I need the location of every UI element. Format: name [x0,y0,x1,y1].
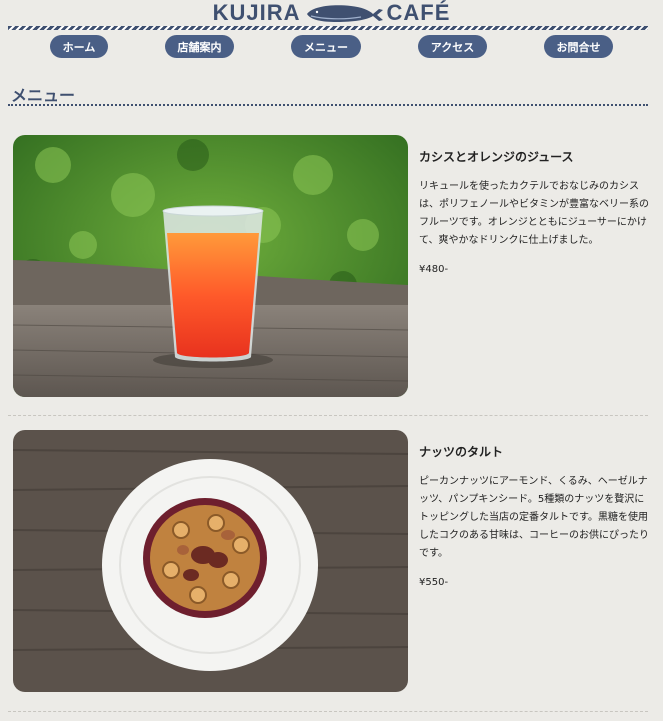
menu-item-name: ナッツのタルト [419,445,504,459]
logo[interactable]: KUJIRA CAFÉ [213,0,451,26]
menu-item: ナッツのタルト ピーカンナッツにアーモンド、くるみ、ヘーゼルナッツ、パンプキンシ… [8,430,649,695]
nav-access-button[interactable]: アクセス [418,35,487,58]
menu-item-description: ピーカンナッツにアーモンド、くるみ、ヘーゼルナッツ、パンプキンシード。5種類のナ… [419,476,649,559]
orange-juice-photo [13,135,408,397]
whale-icon [306,5,383,22]
nut-tart-photo [13,430,408,692]
menu-item-price: ¥480- [419,264,449,275]
page-title: メニュー [11,86,76,105]
logo-text-left: KUJIRA [212,0,301,25]
menu-item-description: リキュールを使ったカクテルでおなじみのカシスは、ポリフェノールやビタミンが豊富な… [419,181,649,246]
site-header: KUJIRA CAFÉ [0,0,663,26]
menu-item-name: カシスとオレンジのジュース [419,150,574,164]
menu-item: カシスとオレンジのジュース リキュールを使ったカクテルでおなじみのカシスは、ポリ… [8,135,649,400]
nav-contact-button[interactable]: お問合せ [544,35,613,58]
menu-item-price: ¥550- [419,577,449,588]
logo-text-right: CAFÉ [386,0,451,25]
header-stripe-divider [8,26,648,30]
nav-home-button[interactable]: ホーム [50,35,108,58]
menu-item-info: カシスとオレンジのジュース リキュールを使ったカクテルでおなじみのカシスは、ポリ… [419,148,649,275]
main-nav: ホーム 店舗案内 メニュー アクセス お問合せ [0,35,663,58]
menu-item-info: ナッツのタルト ピーカンナッツにアーモンド、くるみ、ヘーゼルナッツ、パンプキンシ… [419,443,649,588]
nav-store-info-button[interactable]: 店舗案内 [165,35,234,58]
nav-menu-button[interactable]: メニュー [291,35,361,58]
item-divider [8,711,648,712]
title-divider [8,104,648,106]
item-divider [8,415,648,416]
